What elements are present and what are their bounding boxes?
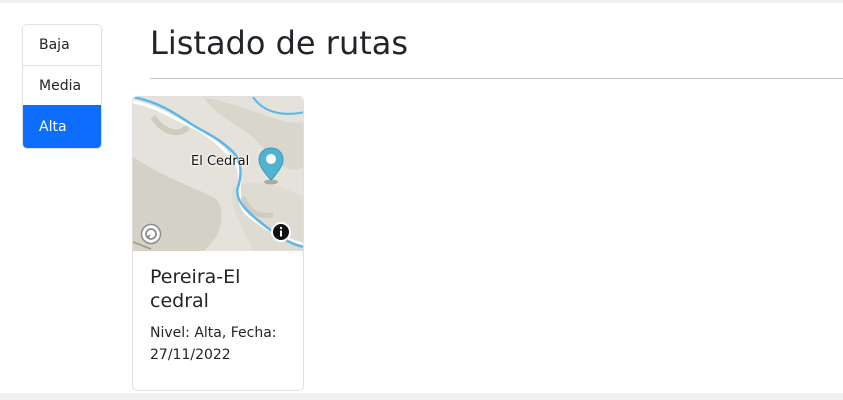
map-logo-icon: [140, 223, 162, 245]
route-card-body: Pereira-El cedral Nivel: Alta, Fecha: 27…: [150, 265, 295, 366]
map-place-label: El Cedral: [191, 154, 250, 169]
level-item-baja[interactable]: Baja: [23, 25, 101, 65]
level-item-alta[interactable]: Alta: [23, 105, 101, 148]
page-title: Listado de rutas: [150, 24, 409, 62]
route-description: Nivel: Alta, Fecha: 27/11/2022: [150, 325, 277, 363]
level-filter-list: Baja Media Alta: [22, 24, 102, 149]
page: Baja Media Alta Listado de rutas El Cedr…: [0, 3, 843, 393]
level-item-media[interactable]: Media: [23, 65, 101, 105]
info-icon[interactable]: [271, 222, 291, 242]
route-title: Pereira-El cedral: [150, 266, 241, 312]
route-card[interactable]: El Cedral Pereira-El cedral Nivel: Alta,…: [132, 96, 304, 391]
map-pin-icon: [258, 147, 284, 185]
title-divider: [150, 78, 843, 79]
route-map-thumbnail[interactable]: El Cedral: [133, 97, 303, 251]
